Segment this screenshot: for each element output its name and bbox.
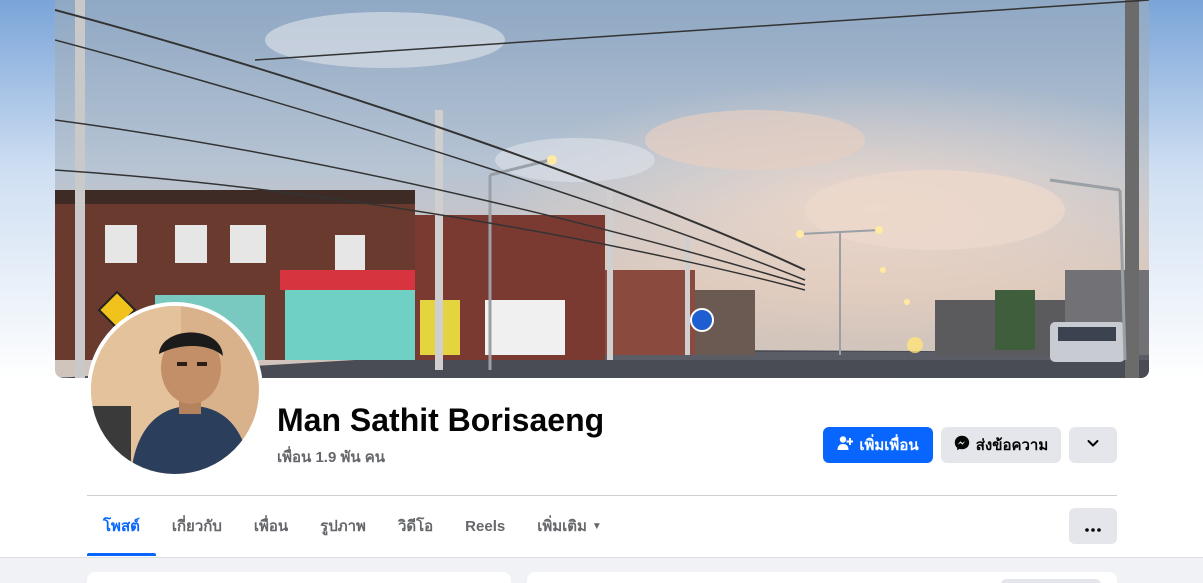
tab-videos[interactable]: วิดีโอ: [382, 496, 449, 556]
tab-posts-label: โพสต์: [103, 518, 140, 535]
tab-more[interactable]: เพิ่มเติม ▼: [521, 496, 618, 556]
caret-down-icon: ▼: [591, 520, 602, 532]
profile-picture-frame[interactable]: [87, 302, 263, 478]
avatar[interactable]: [91, 306, 259, 474]
person-plus-icon: [837, 435, 854, 455]
messenger-icon: [954, 435, 970, 455]
tab-overflow-button[interactable]: [1069, 508, 1117, 544]
filter-button[interactable]: [1001, 579, 1101, 583]
add-friend-label: เพิ่มเพื่อน: [859, 437, 919, 454]
tab-about[interactable]: เกี่ยวกับ: [156, 496, 238, 556]
ellipsis-icon: [1085, 516, 1101, 537]
tab-posts[interactable]: โพสต์: [87, 496, 156, 556]
tab-more-label: เพิ่มเติม: [537, 518, 587, 535]
intro-card: [87, 572, 511, 583]
add-friend-button[interactable]: เพิ่มเพื่อน: [823, 427, 933, 463]
more-options-button[interactable]: [1069, 427, 1117, 463]
tab-photos-label: รูปภาพ: [320, 518, 366, 535]
tab-friends[interactable]: เพื่อน: [238, 496, 304, 556]
tab-videos-label: วิดีโอ: [397, 518, 434, 535]
chevron-down-icon: [1086, 436, 1100, 454]
friend-count[interactable]: เพื่อน 1.9 พัน คน: [277, 445, 385, 469]
profile-name: Man Sathit Borisaeng: [277, 402, 605, 438]
tab-about-label: เกี่ยวกับ: [171, 518, 222, 535]
tab-photos[interactable]: รูปภาพ: [304, 496, 382, 556]
message-button[interactable]: ส่งข้อความ: [941, 427, 1061, 463]
tab-friends-label: เพื่อน: [253, 518, 289, 535]
message-label: ส่งข้อความ: [975, 437, 1049, 454]
profile-tabs: โพสต์ เกี่ยวกับ เพื่อน รูปภาพ วิดีโอ Ree…: [87, 496, 618, 556]
tab-reels[interactable]: Reels: [449, 496, 521, 556]
tab-reels-label: Reels: [465, 517, 506, 535]
